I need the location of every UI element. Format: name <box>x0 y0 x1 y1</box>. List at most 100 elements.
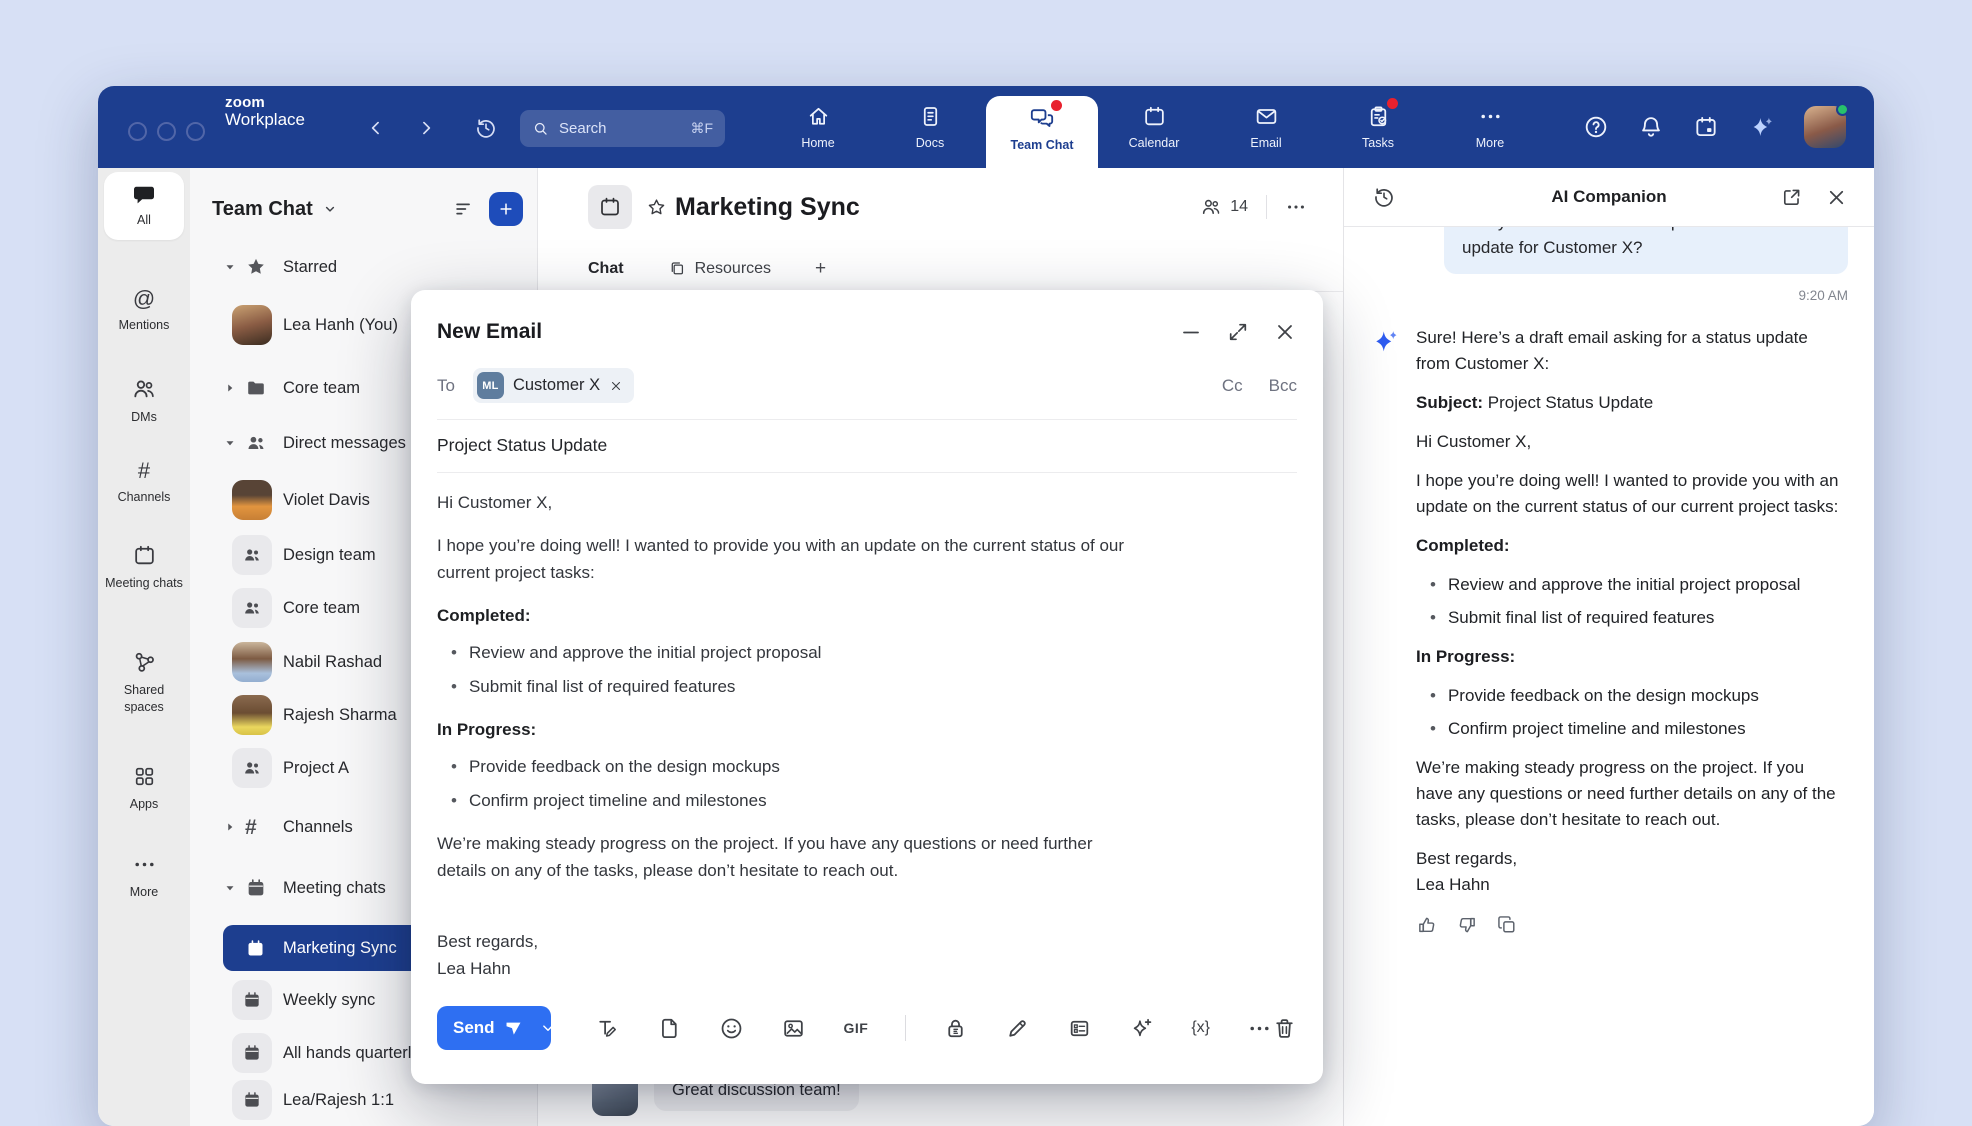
close-window-button[interactable] <box>128 122 147 141</box>
bcc-button[interactable]: Bcc <box>1269 376 1297 396</box>
rail-item-channels[interactable]: # Channels <box>98 460 190 506</box>
tab-email[interactable]: Email <box>1210 86 1322 168</box>
help-icon[interactable] <box>1583 114 1609 140</box>
user-message-bubble: Can you draft an email that provides a s… <box>1444 227 1848 274</box>
ai-history-icon[interactable] <box>1372 185 1396 209</box>
ai-compose-icon[interactable] <box>1129 1016 1154 1041</box>
minimize-window-button[interactable] <box>157 122 176 141</box>
search-icon <box>532 120 549 137</box>
all-chats-icon <box>132 183 156 207</box>
shared-spaces-icon <box>132 650 157 675</box>
subject-field[interactable]: Project Status Update <box>437 435 1297 456</box>
ai-conversation: Can you draft an email that provides a s… <box>1344 227 1874 1126</box>
people-icon <box>245 432 267 454</box>
variables-icon[interactable]: {x} <box>1191 1019 1210 1037</box>
thumbs-down-icon[interactable] <box>1456 914 1478 936</box>
gif-icon[interactable]: GIF <box>843 1020 868 1036</box>
mentions-icon: @ <box>133 288 155 310</box>
star-icon <box>245 256 267 278</box>
star-favorite-icon[interactable] <box>646 197 667 218</box>
send-plane-icon <box>504 1019 523 1038</box>
avatar <box>232 305 272 345</box>
send-options-button[interactable] <box>539 1006 552 1050</box>
tab-resources[interactable]: Resources <box>668 259 771 278</box>
send-button[interactable]: Send <box>437 1006 539 1050</box>
members-icon <box>1200 196 1222 218</box>
rail-item-more[interactable]: More <box>98 852 190 901</box>
team-chat-dropdown[interactable]: Team Chat <box>212 198 339 221</box>
emoji-icon[interactable] <box>719 1016 744 1041</box>
tab-calendar[interactable]: Calendar <box>1098 86 1210 168</box>
tab-docs[interactable]: Docs <box>874 86 986 168</box>
caret-down-icon <box>223 436 237 450</box>
rail-item-dms[interactable]: DMs <box>98 376 190 426</box>
open-in-window-icon[interactable] <box>1780 186 1803 209</box>
tab-add[interactable]: + <box>815 258 826 280</box>
docs-icon <box>918 104 943 129</box>
notifications-bell-icon[interactable] <box>1638 114 1664 140</box>
rail-item-apps[interactable]: Apps <box>98 764 190 813</box>
signature-pencil-icon[interactable] <box>1005 1016 1030 1041</box>
user-avatar[interactable] <box>1804 106 1846 148</box>
ai-sparkle-icon <box>1370 327 1400 357</box>
channel-more-icon[interactable] <box>1285 196 1307 218</box>
cc-button[interactable]: Cc <box>1222 376 1243 396</box>
calendar-icon <box>242 990 262 1010</box>
tab-more[interactable]: More <box>1434 86 1546 168</box>
toolbar-more-icon[interactable] <box>1247 1016 1272 1041</box>
email-body-editor[interactable]: Hi Customer X, I hope you’re doing well!… <box>437 489 1127 982</box>
calendar-icon <box>245 938 266 959</box>
window-traffic-lights[interactable] <box>128 122 205 141</box>
calendar-icon <box>242 1090 262 1110</box>
tab-tasks[interactable]: Tasks <box>1322 86 1434 168</box>
tab-team-chat[interactable]: Team Chat <box>986 96 1098 168</box>
member-count[interactable]: 14 <box>1200 196 1248 218</box>
close-icon[interactable] <box>1825 186 1848 209</box>
group-avatar <box>232 535 272 575</box>
remove-recipient-icon[interactable] <box>609 379 623 393</box>
new-chat-button[interactable] <box>489 192 523 226</box>
nav-back-icon[interactable] <box>366 118 386 138</box>
hash-icon: # <box>245 817 257 838</box>
expand-icon[interactable] <box>1226 320 1250 344</box>
discard-trash-icon[interactable] <box>1272 1016 1297 1041</box>
minimize-icon[interactable] <box>1179 320 1203 344</box>
rail-item-meeting-chats[interactable]: Meeting chats <box>98 543 190 592</box>
calendar-date-icon[interactable] <box>1693 114 1719 140</box>
search-bar[interactable]: ⌘F <box>520 110 725 147</box>
close-icon[interactable] <box>1273 320 1297 344</box>
chevron-down-icon <box>321 200 339 218</box>
app-window: zoom Workplace ⌘F Home Docs Team Cha <box>98 86 1874 1126</box>
people-icon <box>242 758 262 778</box>
caret-down-icon <box>223 881 237 895</box>
tab-home[interactable]: Home <box>762 86 874 168</box>
team-chat-icon <box>1029 105 1055 131</box>
attach-file-icon[interactable] <box>657 1016 682 1041</box>
rail-item-all[interactable]: All <box>104 172 184 240</box>
rail-item-mentions[interactable]: @ Mentions <box>98 288 190 334</box>
email-icon <box>1254 104 1279 129</box>
rail-item-shared-spaces[interactable]: Shared spaces <box>98 650 190 716</box>
avatar <box>232 642 272 682</box>
ai-companion-icon[interactable] <box>1748 114 1775 141</box>
template-form-icon[interactable] <box>1067 1016 1092 1041</box>
chevron-down-icon <box>539 1019 552 1037</box>
copy-icon[interactable] <box>1496 914 1518 936</box>
zoom-window-button[interactable] <box>186 122 205 141</box>
text-format-icon[interactable] <box>595 1016 620 1041</box>
nav-forward-icon[interactable] <box>416 118 436 138</box>
encrypt-lock-icon[interactable] <box>943 1016 968 1041</box>
chat-group-starred[interactable]: Starred <box>190 240 538 294</box>
insert-image-icon[interactable] <box>781 1016 806 1041</box>
resources-icon <box>668 259 687 278</box>
filter-icon[interactable] <box>453 198 475 220</box>
recipient-chip[interactable]: ML Customer X <box>473 368 634 403</box>
history-icon[interactable] <box>474 116 498 140</box>
logo-line1: zoom <box>225 95 305 111</box>
calendar-avatar <box>232 1033 272 1073</box>
rail-more-icon <box>132 852 157 877</box>
email-toolbar: Send GIF {x} <box>437 1006 1297 1050</box>
search-input[interactable] <box>557 119 667 138</box>
tab-chat[interactable]: Chat <box>588 260 624 278</box>
thumbs-up-icon[interactable] <box>1416 914 1438 936</box>
